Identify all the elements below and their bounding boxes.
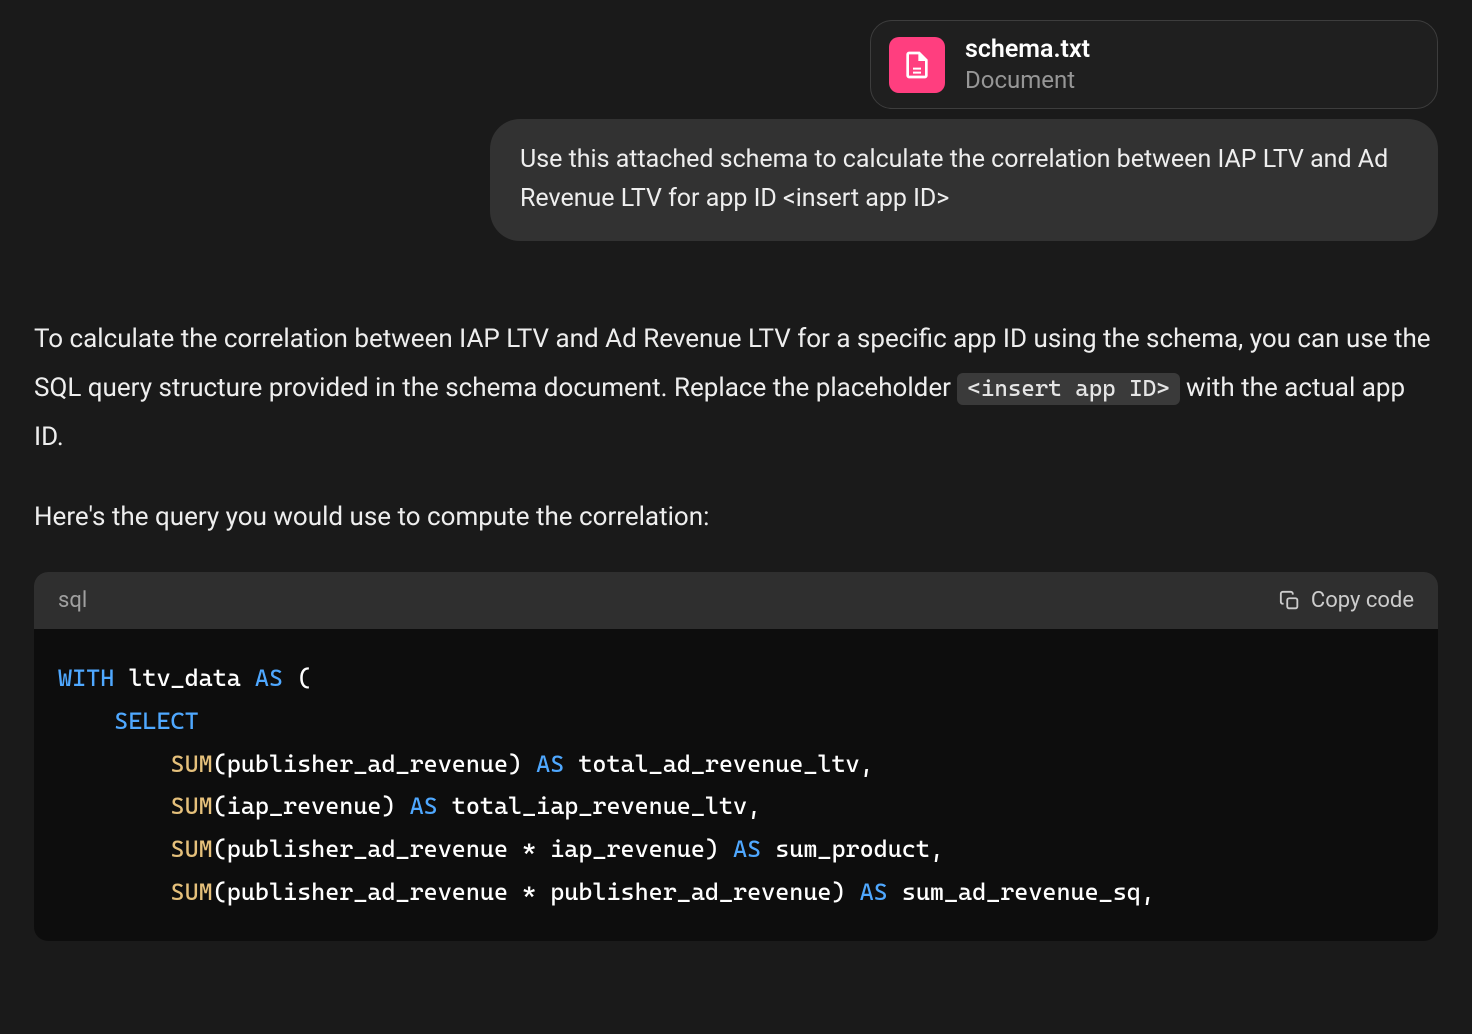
chat-container: schema.txt Document Use this attached sc… bbox=[34, 20, 1438, 941]
inline-code-placeholder: <insert app ID> bbox=[957, 373, 1179, 405]
attachment-type: Document bbox=[965, 66, 1090, 94]
copy-icon bbox=[1279, 590, 1301, 612]
attachment-filename: schema.txt bbox=[965, 35, 1090, 64]
attachment-info: schema.txt Document bbox=[965, 35, 1090, 94]
attachment-card[interactable]: schema.txt Document bbox=[870, 20, 1438, 109]
assistant-section: To calculate the correlation between IAP… bbox=[34, 315, 1438, 942]
user-section: schema.txt Document Use this attached sc… bbox=[34, 20, 1438, 241]
user-message: Use this attached schema to calculate th… bbox=[490, 119, 1438, 241]
copy-code-label: Copy code bbox=[1311, 588, 1414, 613]
assistant-intro2: Here's the query you would use to comput… bbox=[34, 493, 1438, 542]
code-language-label: sql bbox=[58, 588, 87, 613]
assistant-intro-paragraph: To calculate the correlation between IAP… bbox=[34, 315, 1438, 463]
code-header: sql Copy code bbox=[34, 572, 1438, 629]
code-content[interactable]: WITH ltv_data AS ( SELECT SUM(publisher_… bbox=[34, 629, 1438, 941]
document-icon bbox=[889, 37, 945, 93]
code-block: sql Copy code WITH ltv_data AS ( SELECT … bbox=[34, 572, 1438, 941]
copy-code-button[interactable]: Copy code bbox=[1279, 588, 1414, 613]
